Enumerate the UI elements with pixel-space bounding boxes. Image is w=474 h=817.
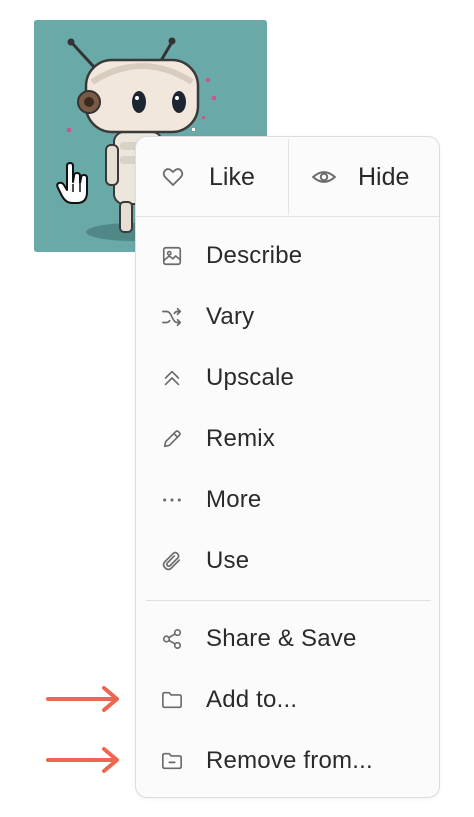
folder-icon xyxy=(159,687,185,713)
image-icon xyxy=(159,243,185,269)
menu-item-label: Remove from... xyxy=(206,747,373,774)
ellipsis-icon xyxy=(159,487,185,513)
folder-minus-icon xyxy=(159,748,185,774)
hand-cursor-icon xyxy=(56,162,88,204)
shuffle-icon xyxy=(159,304,185,330)
middle-divider xyxy=(146,600,431,601)
menu-item-vary[interactable]: Vary xyxy=(136,289,439,345)
menu-item-describe[interactable]: Describe xyxy=(136,228,439,284)
menu-item-label: Vary xyxy=(206,303,255,330)
menu-item-use[interactable]: Use xyxy=(136,533,439,589)
pencil-icon xyxy=(159,426,185,452)
like-button[interactable]: Like xyxy=(136,137,288,217)
menu-item-label: Describe xyxy=(206,242,303,269)
menu-item-label: Add to... xyxy=(206,686,298,713)
paperclip-icon xyxy=(159,548,185,574)
arrow-right-icon xyxy=(46,686,119,712)
menu-item-label: Upscale xyxy=(206,364,295,391)
menu-item-remove-from[interactable]: Remove from... xyxy=(136,733,439,789)
chevrons-up-icon xyxy=(159,365,185,391)
menu-top-row: Like Hide xyxy=(136,137,439,217)
menu-item-label: Share & Save xyxy=(206,625,357,652)
arrow-right-icon xyxy=(46,747,119,773)
hide-button[interactable]: Hide xyxy=(289,137,441,217)
top-divider xyxy=(136,216,439,217)
heart-icon xyxy=(160,164,186,190)
menu-item-more[interactable]: More xyxy=(136,472,439,528)
menu-item-add-to[interactable]: Add to... xyxy=(136,672,439,728)
menu-item-label: Remix xyxy=(206,425,276,452)
hide-label: Hide xyxy=(358,162,410,191)
menu-item-label: Use xyxy=(206,547,250,574)
like-label: Like xyxy=(209,162,255,191)
menu-item-remix[interactable]: Remix xyxy=(136,411,439,467)
context-menu: Like Hide Describe Vary Upscale Remix Mo… xyxy=(135,136,440,798)
share-icon xyxy=(159,626,185,652)
menu-item-label: More xyxy=(206,486,262,513)
eye-icon xyxy=(311,164,337,190)
menu-item-upscale[interactable]: Upscale xyxy=(136,350,439,406)
menu-item-share-save[interactable]: Share & Save xyxy=(136,611,439,667)
